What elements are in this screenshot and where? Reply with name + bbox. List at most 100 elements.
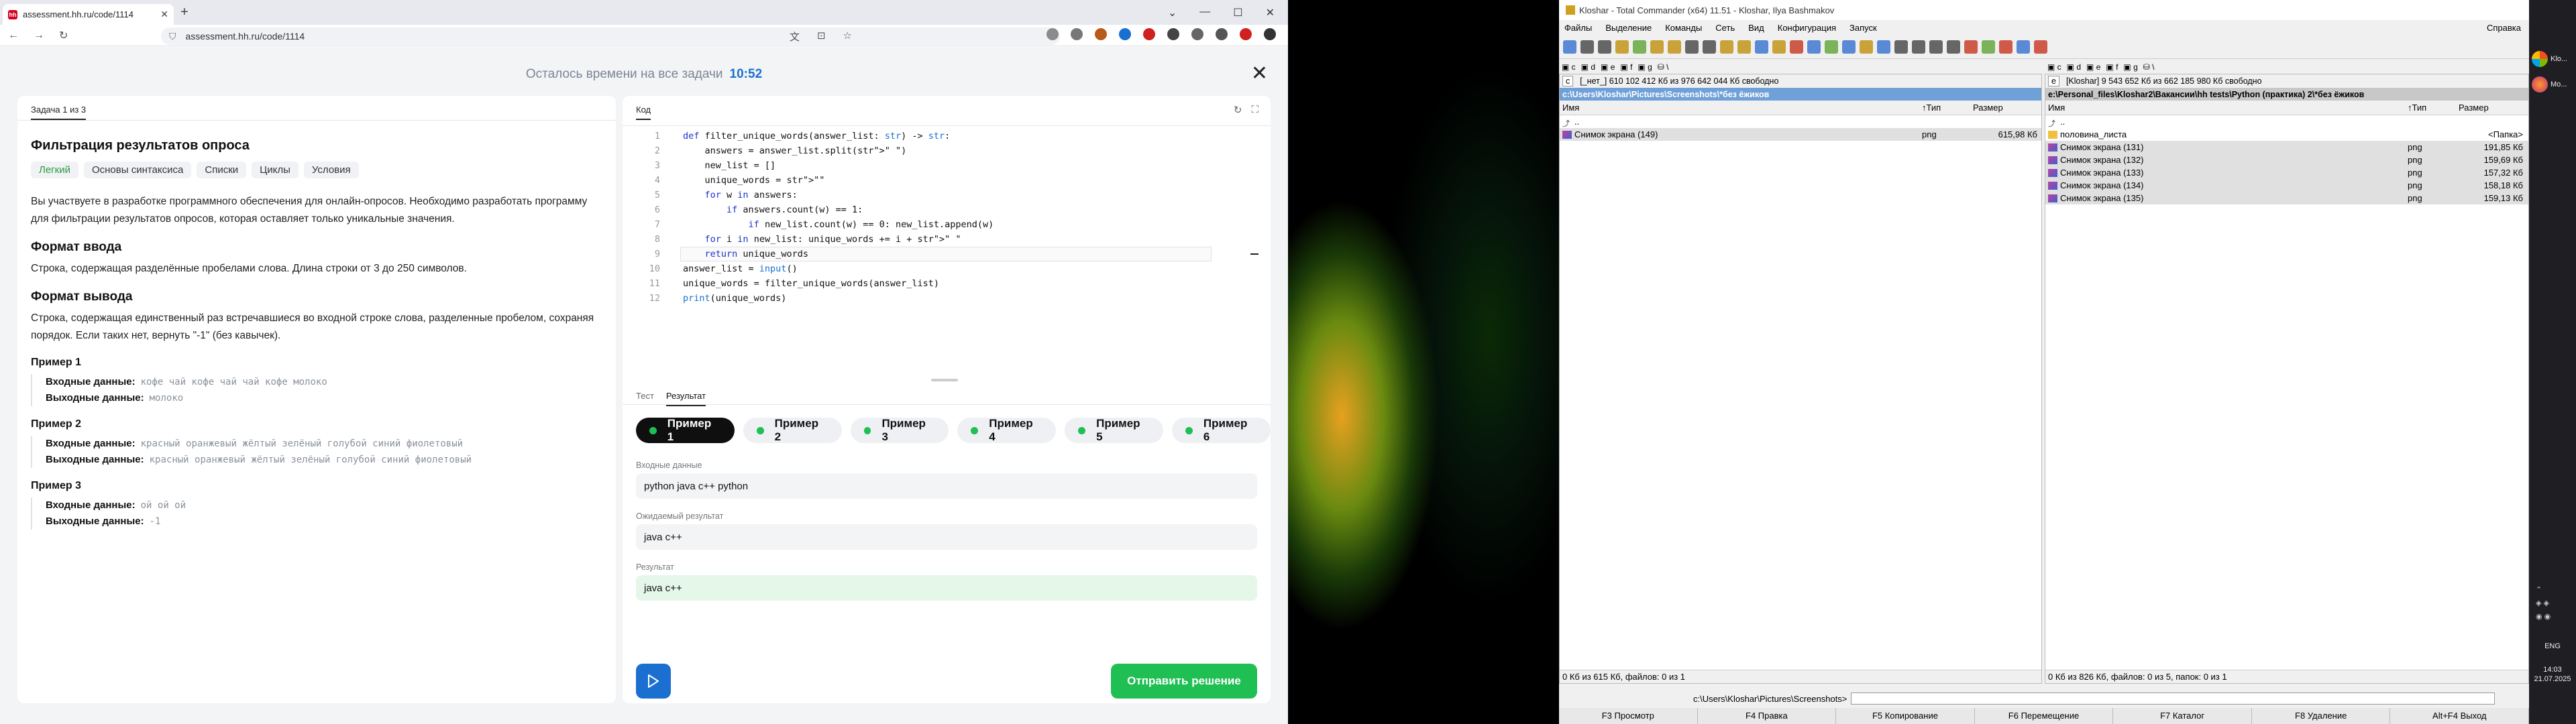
f4-edit-button[interactable]: F4 Правка — [1698, 708, 1837, 724]
drive-g-button[interactable]: ▣ g — [2123, 62, 2137, 72]
chip-example-3[interactable]: Пример 3 — [850, 417, 949, 443]
view-full-icon[interactable] — [1598, 40, 1611, 54]
code-editor[interactable]: 1 def filter_unique_words(answer_list: st… — [623, 125, 1271, 380]
help-icon[interactable] — [1877, 40, 1890, 54]
clock[interactable]: 14:03 21.07.2025 — [2529, 665, 2576, 684]
file-row[interactable]: ⤴.. — [1560, 115, 2041, 128]
chip-example-1[interactable]: Пример 1 — [636, 417, 735, 443]
code-line[interactable]: 9 return unique_words — [623, 247, 1253, 261]
submit-button[interactable]: Отправить решение — [1111, 664, 1257, 699]
toolbar-icon[interactable] — [1964, 40, 1978, 54]
column-size[interactable]: Размер — [2459, 103, 2526, 113]
network-icon[interactable]: ⛁ \ — [1658, 62, 1669, 72]
f6-move-button[interactable]: F6 Перемещение — [1975, 708, 2114, 724]
menu-start[interactable]: Запуск — [1849, 23, 1877, 33]
f8-delete-button[interactable]: F8 Удаление — [2252, 708, 2391, 724]
f5-copy-button[interactable]: F5 Копирование — [1836, 708, 1975, 724]
menu-commands[interactable]: Команды — [1665, 23, 1702, 33]
extension-icon[interactable] — [1119, 28, 1131, 40]
command-line-input[interactable] — [1851, 692, 2496, 705]
alt-f4-exit-button[interactable]: Alt+F4 Выход — [2390, 708, 2529, 724]
extension-icon[interactable] — [1167, 28, 1179, 40]
ftp-icon[interactable] — [1790, 40, 1803, 54]
reset-icon[interactable]: ↻ — [1234, 104, 1242, 116]
chip-example-6[interactable]: Пример 6 — [1172, 417, 1271, 443]
menu-selection[interactable]: Выделение — [1605, 23, 1652, 33]
toolbar-icon[interactable] — [1947, 40, 1960, 54]
drive-f-button[interactable]: ▣ f — [2106, 62, 2118, 72]
extension-icon[interactable] — [1046, 28, 1059, 40]
drive-e-button[interactable]: ▣ e — [1601, 62, 1615, 72]
resize-handle[interactable] — [931, 379, 958, 381]
back-icon[interactable] — [1685, 40, 1699, 54]
menu-network[interactable]: Сеть — [1715, 23, 1735, 33]
pack-icon[interactable] — [1668, 40, 1681, 54]
drive-d-button[interactable]: ▣ d — [1581, 62, 1595, 72]
code-line[interactable]: 8 for i in new_list: unique_words += i +… — [623, 232, 1253, 247]
chip-example-2[interactable]: Пример 2 — [743, 417, 842, 443]
profile-icon[interactable] — [1240, 28, 1252, 40]
extension-icon[interactable] — [1095, 28, 1107, 40]
puzzle-icon[interactable] — [1191, 28, 1203, 40]
chevron-down-icon[interactable]: ⌄ — [1168, 6, 1177, 19]
code-line[interactable]: 1 def filter_unique_words(answer_list: st… — [623, 129, 1253, 143]
file-row[interactable]: Снимок экрана (149) png 615,98 Кб — [1560, 128, 2041, 141]
file-row[interactable]: половина_листа <Папка> — [2045, 128, 2528, 141]
taskbar-item-kloshar[interactable]: Klo... — [2532, 51, 2567, 67]
column-size[interactable]: Размер — [1973, 103, 2040, 113]
tab-task[interactable]: Задача 1 из 3 — [31, 96, 87, 120]
search-icon[interactable] — [1755, 40, 1768, 54]
code-line[interactable]: 4 unique_words = str">"" — [623, 173, 1253, 188]
menu-help[interactable]: Справка — [2487, 23, 2521, 33]
drive-c-button[interactable]: ▣ c — [1562, 62, 1576, 72]
zip-icon[interactable] — [1720, 40, 1733, 54]
forward-icon[interactable]: → — [34, 29, 44, 42]
lightning-icon[interactable] — [1860, 40, 1873, 54]
translate-icon[interactable]: 文 — [790, 29, 800, 44]
notepad-icon[interactable] — [1842, 40, 1856, 54]
history-icon[interactable] — [1071, 28, 1083, 40]
code-line[interactable]: 3 new_list = [] — [623, 158, 1253, 173]
toolbar-icon[interactable] — [2017, 40, 2030, 54]
column-type[interactable]: ↑Тип — [2408, 103, 2459, 113]
menu-icon[interactable] — [1264, 28, 1276, 40]
invert-selection-icon[interactable] — [1650, 40, 1664, 54]
thumbnails-icon[interactable] — [1615, 40, 1629, 54]
download-icon[interactable] — [1216, 28, 1228, 40]
column-name[interactable]: Имя — [2045, 103, 2408, 113]
fullscreen-icon[interactable]: ⛶ — [1251, 104, 1258, 116]
code-line[interactable]: 11 unique_words = filter_unique_words(ans… — [623, 276, 1253, 291]
drive-select[interactable]: e — [2048, 76, 2059, 86]
toolbar-icon[interactable] — [1982, 40, 1995, 54]
drive-g-button[interactable]: ▣ g — [1638, 62, 1652, 72]
toolbar-icon[interactable] — [2034, 40, 2047, 54]
toolbar-icon[interactable] — [1929, 40, 1943, 54]
code-line[interactable]: 2 answers = answer_list.split(str">" ") — [623, 143, 1253, 158]
sync-icon[interactable] — [1807, 40, 1821, 54]
close-tab-icon[interactable]: ✕ — [160, 9, 168, 20]
close-icon[interactable]: ✕ — [1251, 62, 1268, 85]
file-row[interactable]: Снимок экрана (133) png 157,32 Кб — [2045, 166, 2528, 179]
code-line[interactable]: 12 print(unique_words) — [623, 291, 1253, 306]
toolbar-icon[interactable] — [1999, 40, 2012, 54]
toolbar-icon[interactable] — [1894, 40, 1908, 54]
drive-select[interactable]: c — [1562, 76, 1574, 86]
f3-view-button[interactable]: F3 Просмотр — [1559, 708, 1698, 724]
f7-mkdir-button[interactable]: F7 Каталог — [2113, 708, 2252, 724]
tray-icon[interactable]: ◉ ◉ — [2536, 610, 2551, 623]
toolbar-icon[interactable] — [1912, 40, 1925, 54]
drive-c-button[interactable]: ▣ c — [2047, 62, 2061, 72]
close-window-icon[interactable]: ✕ — [1266, 6, 1275, 19]
reload-icon[interactable]: ↻ — [59, 29, 68, 42]
taskbar-item-browser[interactable]: Mo... — [2532, 76, 2567, 93]
tree-icon[interactable] — [1633, 40, 1646, 54]
bookmark-star-icon[interactable]: ☆ — [843, 29, 852, 44]
left-path[interactable]: c:\Users\Kloshar\Pictures\Screenshots\*б… — [1560, 88, 2041, 101]
right-path[interactable]: e:\Personal_files\Kloshar2\Вакансии\hh t… — [2045, 88, 2528, 101]
unzip-icon[interactable] — [1737, 40, 1751, 54]
refresh-icon[interactable] — [1563, 40, 1576, 54]
menu-files[interactable]: Файлы — [1564, 23, 1592, 33]
file-row[interactable]: Снимок экрана (131) png 191,85 Кб — [2045, 141, 2528, 154]
tab-code[interactable]: Код — [636, 105, 651, 120]
file-row[interactable]: ⤴.. — [2045, 115, 2528, 128]
